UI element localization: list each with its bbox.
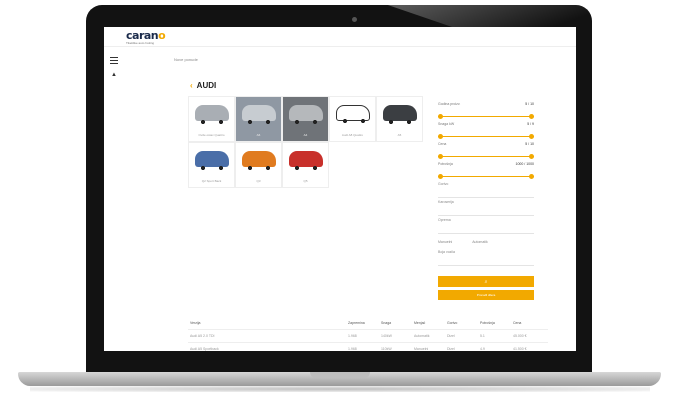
automatic-checkbox[interactable]: Automatik [472, 240, 488, 250]
find-dealer-button[interactable]: Pronađi dilera [438, 290, 534, 300]
filter-row: Godina proizv. 5 / 10 [438, 102, 534, 106]
model-tile[interactable]: Q2 Sport Back [188, 142, 235, 188]
equipment-field[interactable]: Oprema [438, 218, 534, 234]
filters-panel: Godina proizv. 5 / 10 Snaga kW 5 / 9 Cena 5… [438, 102, 534, 300]
model-tile[interactable]: A4 [282, 96, 329, 142]
range-slider[interactable] [438, 134, 534, 140]
menu-icon[interactable] [110, 57, 118, 64]
slider-handle[interactable] [438, 134, 443, 139]
brand-title: AUDI [196, 81, 217, 90]
chevron-left-icon[interactable]: ‹ [190, 81, 193, 90]
transmission-options: Manuelni Automatik [438, 236, 534, 250]
laptop-shadow [30, 386, 650, 392]
slider-handle[interactable] [529, 114, 534, 119]
range-slider[interactable] [438, 114, 534, 120]
table-row[interactable]: Audi A5 2.0 TDI 1.968 140kW Automatik Di… [188, 330, 548, 343]
camera-icon [352, 17, 357, 22]
color-field[interactable]: Boja vozila [438, 250, 534, 266]
top-bar: carano Tiketiške auto hošing [104, 27, 576, 47]
brand-header: ‹ AUDI [190, 81, 216, 90]
search-icon: ⌕ [484, 278, 488, 285]
range-slider[interactable] [438, 174, 534, 180]
laptop-notch [310, 372, 370, 378]
manual-checkbox[interactable]: Manuelni [438, 240, 452, 250]
tagline: Tiketiške auto hošing [126, 41, 155, 45]
breadcrumb[interactable]: Nove ponude [174, 57, 198, 62]
slider-handle[interactable] [529, 134, 534, 139]
stage: carano Tiketiške auto hošing ▲ Nove ponu… [0, 0, 679, 394]
filter-row: Cena 5 / 10 [438, 142, 534, 146]
slider-handle[interactable] [438, 174, 443, 179]
car-icon[interactable]: ▲ [111, 72, 117, 78]
model-tile[interactable]: Q3 [235, 142, 282, 188]
model-tile[interactable]: Q5 [282, 142, 329, 188]
slider-handle[interactable] [438, 114, 443, 119]
table-header: Verzija Zapremina Snaga Menjač Gorivo Po… [188, 317, 548, 330]
model-tile[interactable]: A5 [376, 96, 423, 142]
search-button[interactable]: ⌕ [438, 276, 534, 287]
model-tile[interactable]: A6 [235, 96, 282, 142]
body-field[interactable]: Karoserija [438, 200, 534, 216]
model-tile[interactable]: Audi A8 Quattro [329, 96, 376, 142]
fuel-field[interactable]: Gorivo [438, 182, 534, 198]
versions-table: Verzija Zapremina Snaga Menjač Gorivo Po… [188, 317, 548, 351]
table-row[interactable]: Audi A5 Sportback 1.968 110kW Manuelni D… [188, 343, 548, 351]
slider-handle[interactable] [438, 154, 443, 159]
filter-row: Snaga kW 5 / 9 [438, 122, 534, 126]
slider-handle[interactable] [529, 174, 534, 179]
slider-handle[interactable] [529, 154, 534, 159]
filter-row: Potrošnja 1000 / 1000 [438, 162, 534, 166]
laptop-screen: carano Tiketiške auto hošing ▲ Nove ponu… [104, 27, 576, 351]
model-tile[interactable]: Ovde ostav Quattro [188, 96, 235, 142]
range-slider[interactable] [438, 154, 534, 160]
